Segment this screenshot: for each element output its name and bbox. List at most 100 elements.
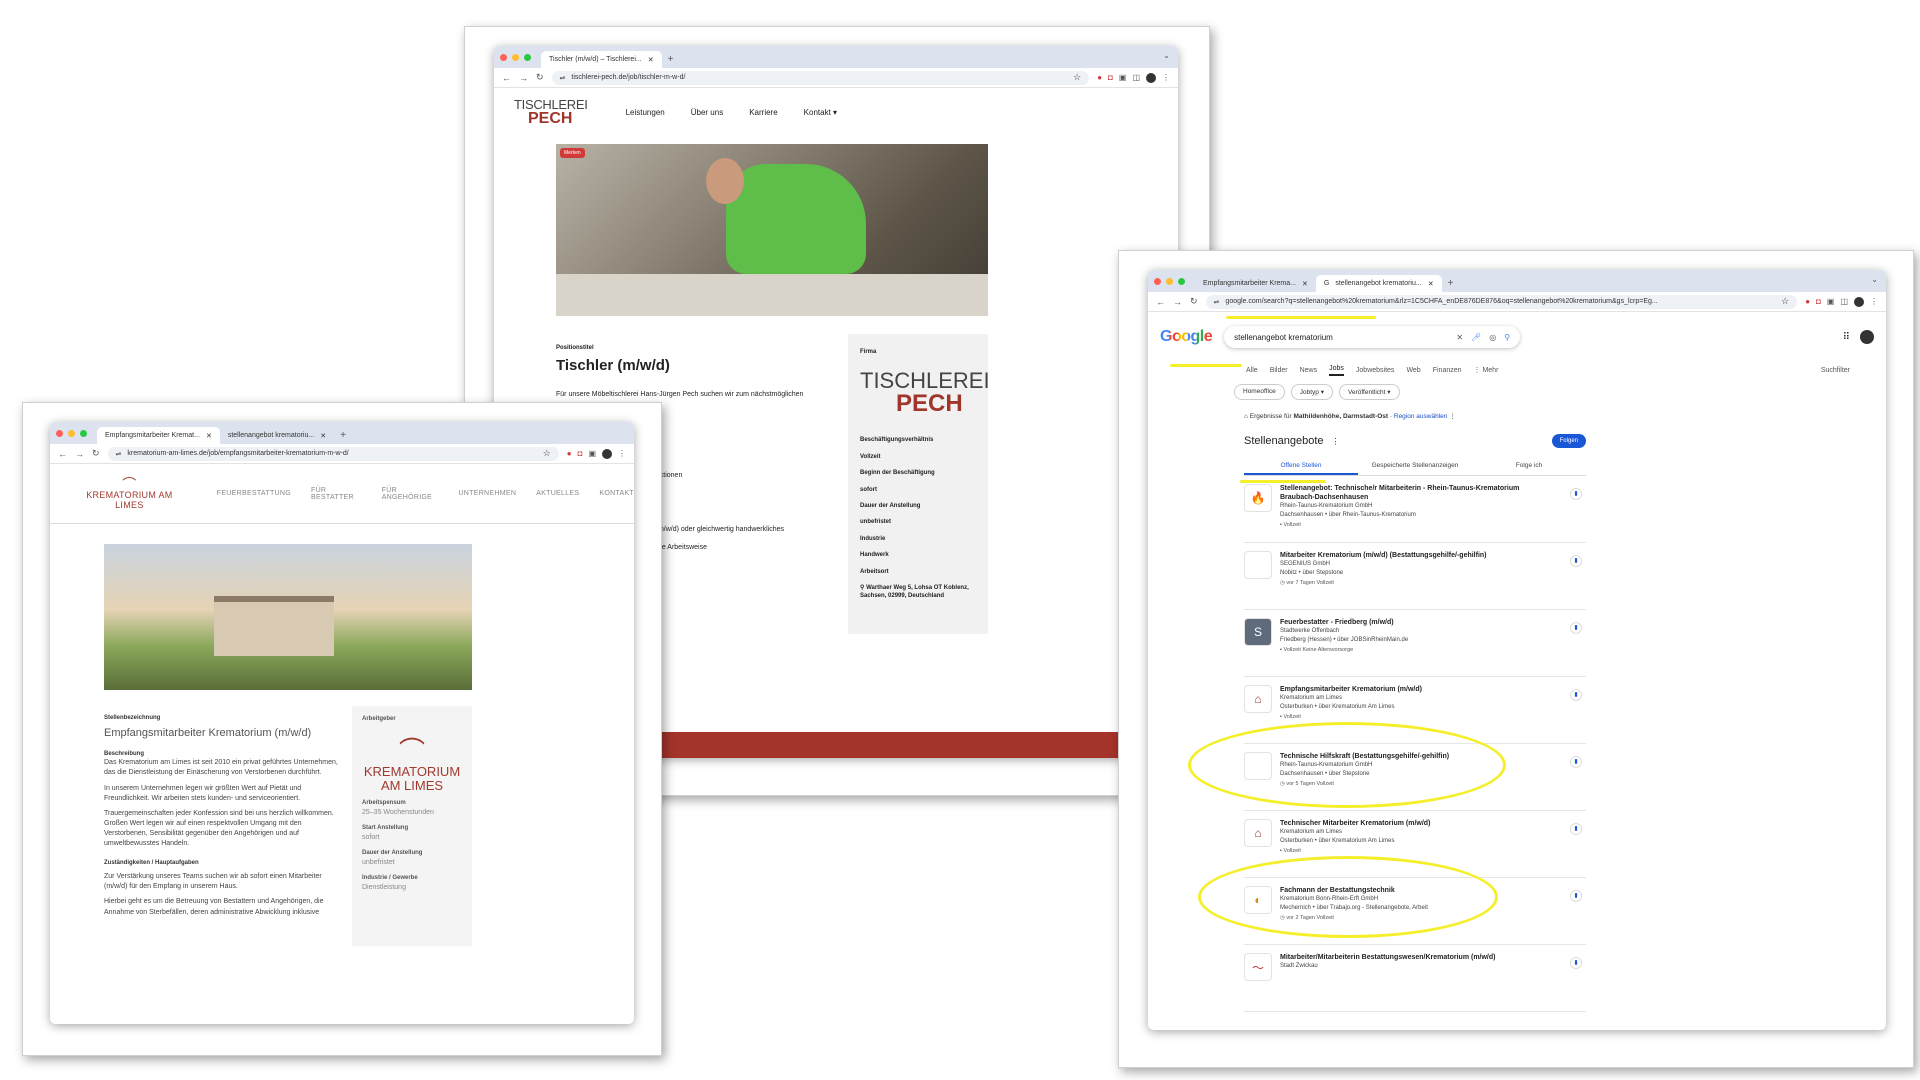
site-info-icon[interactable]: ⇌	[1214, 298, 1220, 306]
reload-icon[interactable]: ↻	[92, 448, 100, 459]
new-tab-button[interactable]: +	[662, 51, 680, 68]
follow-button[interactable]: Folgen	[1551, 434, 1586, 448]
subtab-offene-stellen[interactable]: Offene Stellen	[1244, 458, 1358, 475]
close-icon[interactable]: ✕	[648, 56, 654, 64]
job-result[interactable]: 〜 Mitarbeiter/Mitarbeiterin Bestattungswe…	[1244, 945, 1586, 1012]
site-info-icon[interactable]: ⇌	[116, 450, 122, 458]
new-tab-button[interactable]: +	[1442, 275, 1460, 292]
pinterest-icon[interactable]: ●	[567, 449, 572, 458]
extension-icon[interactable]: ▣	[588, 449, 596, 458]
tab-empfangsmitarbeiter[interactable]: Empfangsmitarbeiter Krema... ✕	[1195, 275, 1316, 292]
apps-grid-icon[interactable]: ⠿	[1843, 332, 1850, 343]
pinterest-icon[interactable]: ●	[1097, 73, 1102, 82]
extension-icon[interactable]: ▣	[1119, 73, 1127, 82]
bookmark-icon[interactable]: ▮	[1570, 823, 1582, 835]
bookmark-icon[interactable]: ▮	[1570, 488, 1582, 500]
subtab-gespeicherte[interactable]: Gespeicherte Stellenanzeigen	[1358, 458, 1472, 475]
extension-icon[interactable]: ▣	[1827, 297, 1835, 306]
subtab-folge-ich[interactable]: Folge ich	[1472, 458, 1586, 475]
more-icon[interactable]: ⋮	[1332, 437, 1340, 446]
forward-icon[interactable]: →	[1173, 297, 1182, 307]
forward-icon[interactable]: →	[75, 449, 84, 459]
star-icon[interactable]: ☆	[1073, 72, 1081, 83]
close-icon[interactable]: ✕	[206, 432, 212, 440]
nav-feuerbestattung[interactable]: FEUERBESTATTUNG	[217, 490, 291, 497]
nav-fuer-bestatter[interactable]: FÜR BESTATTER	[311, 487, 362, 501]
back-icon[interactable]: ←	[58, 449, 67, 459]
job-result[interactable]: S Feuerbestatter - Friedberg (m/w/d) Stadt…	[1244, 610, 1586, 677]
back-icon[interactable]: ←	[502, 73, 511, 83]
bookmark-icon[interactable]: ▮	[1570, 555, 1582, 567]
search-icon[interactable]: ⚲	[1504, 333, 1510, 342]
tab-finanzen[interactable]: Finanzen	[1433, 367, 1462, 374]
star-icon[interactable]: ☆	[543, 448, 551, 459]
tab-jobs[interactable]: Jobs	[1329, 365, 1344, 376]
avatar[interactable]	[1860, 330, 1874, 344]
job-result[interactable]: 🔥 Stellenangebot: Technische/r Mitarbeite…	[1244, 476, 1586, 543]
puzzle-icon[interactable]: ◫	[1132, 73, 1140, 82]
reload-icon[interactable]: ↻	[536, 72, 544, 83]
back-icon[interactable]: ←	[1156, 297, 1165, 307]
tischlerei-logo[interactable]: TISCHLEREI PECH	[514, 98, 588, 127]
lens-icon[interactable]: ◎	[1489, 333, 1496, 342]
job-result[interactable]: ⌂ Empfangsmitarbeiter Krematorium (m/w/d)…	[1244, 677, 1586, 744]
site-info-icon[interactable]: ⇌	[560, 74, 566, 82]
merken-button[interactable]: Merken	[560, 148, 585, 158]
krematorium-logo[interactable]: ⌒ KREMATORIUM AM LIMES	[80, 477, 179, 511]
google-logo[interactable]: Google	[1160, 328, 1213, 346]
menu-icon[interactable]: ⋮	[1870, 297, 1878, 306]
clear-icon[interactable]: ✕	[1456, 333, 1463, 342]
bookmark-icon[interactable]: ▮	[1570, 890, 1582, 902]
window-controls[interactable]	[1154, 270, 1185, 292]
close-icon[interactable]: ✕	[1428, 280, 1434, 288]
star-icon[interactable]: ☆	[1781, 296, 1789, 307]
search-input[interactable]: stellenangebot krematorium ✕ 🎤︎ ◎ ⚲	[1224, 326, 1520, 348]
tab-mehr[interactable]: ⋮ Mehr	[1474, 366, 1499, 374]
pocket-icon[interactable]: ◘	[1816, 297, 1821, 306]
nav-unternehmen[interactable]: UNTERNEHMEN	[458, 490, 516, 497]
job-result[interactable]: ◐ Fachmann der Bestattungstechnik Kremator…	[1244, 878, 1586, 945]
tab-bilder[interactable]: Bilder	[1270, 367, 1288, 374]
bookmark-icon[interactable]: ▮	[1570, 957, 1582, 969]
close-icon[interactable]: ✕	[1302, 280, 1308, 288]
tab-google-search[interactable]: Gstellenangebot krematoriu... ✕	[1315, 275, 1442, 292]
nav-leistungen[interactable]: Leistungen	[626, 108, 665, 117]
bookmark-icon[interactable]: ▮	[1570, 689, 1582, 701]
suchfilter-button[interactable]: Suchfilter	[1821, 367, 1850, 374]
close-icon[interactable]: ✕	[320, 432, 326, 440]
tab-web[interactable]: Web	[1406, 367, 1420, 374]
avatar[interactable]	[602, 448, 612, 459]
chip-veroeffentlicht[interactable]: Veröffentlicht ▾	[1339, 384, 1400, 400]
bookmark-icon[interactable]: ▮	[1570, 622, 1582, 634]
address-bar[interactable]: ⇌ google.com/search?q=stellenangebot%20kr…	[1205, 294, 1798, 309]
puzzle-icon[interactable]: ◫	[1840, 297, 1848, 306]
tab-alle[interactable]: Alle	[1246, 367, 1258, 374]
address-bar[interactable]: ⇌ krematorium-am-limes.de/job/empfangsmit…	[107, 446, 559, 461]
reload-icon[interactable]: ↻	[1190, 296, 1198, 307]
tab-news[interactable]: News	[1300, 367, 1318, 374]
menu-icon[interactable]: ⋮	[1162, 73, 1170, 82]
menu-icon[interactable]: ⋮	[618, 449, 626, 458]
nav-karriere[interactable]: Karriere	[749, 108, 777, 117]
pocket-icon[interactable]: ◘	[1108, 73, 1113, 82]
tab-tischler[interactable]: Tischler (m/w/d) – Tischlerei... ✕	[541, 51, 662, 68]
chip-homeoffice[interactable]: Homeoffice	[1234, 384, 1285, 400]
job-result[interactable]: Technische Hilfskraft (Bestattungsgehilf…	[1244, 744, 1586, 811]
chip-jobtyp[interactable]: Jobtyp ▾	[1290, 384, 1333, 400]
address-bar[interactable]: ⇌ tischlerei-pech.de/job/tischler-m-w-d/ ☆	[551, 70, 1090, 85]
window-controls[interactable]	[56, 422, 87, 444]
microphone-icon[interactable]: 🎤︎	[1471, 333, 1481, 342]
pocket-icon[interactable]: ◘	[578, 449, 583, 458]
nav-aktuelles[interactable]: AKTUELLES	[536, 490, 579, 497]
tab-empfangsmitarbeiter[interactable]: Empfangsmitarbeiter Kremat... ✕	[97, 427, 220, 444]
pinterest-icon[interactable]: ●	[1805, 297, 1810, 306]
nav-kontakt[interactable]: KONTAKT	[599, 490, 634, 497]
bookmark-icon[interactable]: ▮	[1570, 756, 1582, 768]
window-controls[interactable]	[500, 46, 531, 68]
nav-fuer-angehoerige[interactable]: FÜR ANGEHÖRIGE	[382, 487, 439, 501]
forward-icon[interactable]: →	[519, 73, 528, 83]
more-icon[interactable]: ⋮	[1449, 413, 1456, 420]
chevron-down-icon[interactable]: ⌄	[1871, 275, 1878, 284]
nav-ueber-uns[interactable]: Über uns	[691, 108, 723, 117]
avatar[interactable]	[1146, 72, 1156, 83]
